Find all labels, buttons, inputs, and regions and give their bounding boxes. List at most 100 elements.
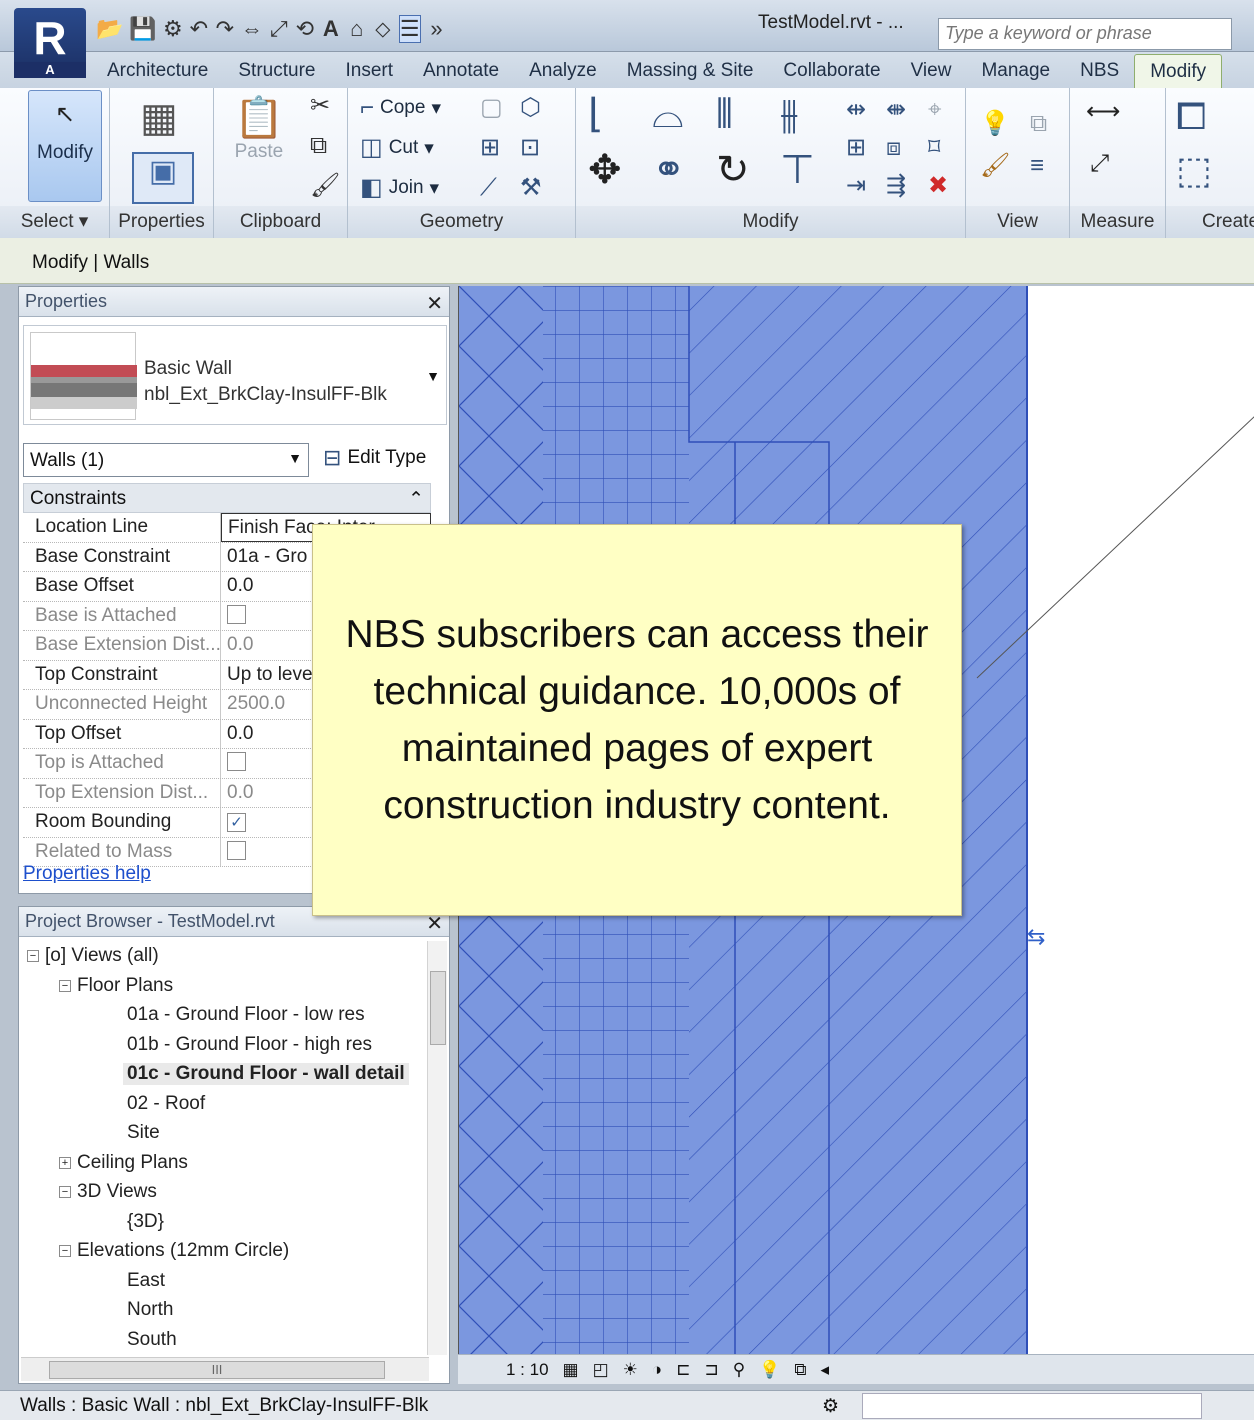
open-icon[interactable]: 📂 — [96, 16, 123, 42]
create-assembly-icon[interactable]: ⬚ — [1176, 152, 1212, 190]
array-icon[interactable]: ⊞ — [846, 136, 866, 160]
save-icon[interactable]: 💾 — [129, 16, 156, 42]
mirror-pick-icon[interactable]: ⫴ — [716, 94, 733, 134]
tree-3d-views[interactable]: −3D Views — [59, 1181, 157, 1203]
tab-analyze[interactable]: Analyze — [514, 54, 612, 88]
align-icon[interactable]: ⌊ — [588, 94, 604, 134]
wall-joins-icon[interactable]: ⊞ — [480, 136, 500, 160]
pin-icon[interactable]: ⌑ — [928, 136, 940, 160]
crop-icon[interactable]: ⊏ — [676, 1360, 690, 1380]
expand-icon[interactable]: + — [59, 1156, 71, 1169]
mirror-draw-icon[interactable]: ⫵ — [780, 94, 798, 134]
tree-view-item[interactable]: North — [127, 1299, 173, 1321]
search-input[interactable]: Type a keyword or phrase — [938, 18, 1232, 50]
tree-views-all[interactable]: − [o] Views (all) — [27, 945, 159, 967]
type-properties-icon[interactable]: ▦ — [140, 98, 178, 138]
scale-icon[interactable]: ⧈ — [886, 136, 901, 160]
scroll-thumb[interactable] — [430, 971, 446, 1045]
aligned-dimension-icon[interactable]: ⤢ — [1090, 152, 1109, 176]
flip-arrows-icon[interactable]: ⇆ — [1027, 925, 1045, 950]
create-group-icon[interactable]: ⧠ — [1176, 98, 1206, 136]
dimension-icon[interactable]: ⤢ — [269, 16, 289, 42]
cut-clipboard-icon[interactable]: ✂ — [310, 94, 330, 118]
browser-vertical-scrollbar[interactable] — [427, 941, 447, 1355]
paint-icon[interactable]: ⬡ — [520, 96, 541, 120]
tree-view-item[interactable]: East — [127, 1270, 165, 1292]
split-gap-icon[interactable]: ⇼ — [886, 98, 906, 122]
split-icon[interactable]: ⇹ — [846, 98, 866, 122]
app-menu-button[interactable]: R A — [14, 8, 86, 78]
move-icon[interactable]: ✥ — [588, 150, 622, 190]
tab-modify[interactable]: Modify — [1134, 54, 1223, 88]
tab-insert[interactable]: Insert — [330, 54, 408, 88]
scroll-left-icon[interactable]: ◂ — [820, 1360, 829, 1380]
properties-toggle-icon[interactable]: ▣ — [132, 152, 194, 204]
collapse-icon[interactable]: − — [59, 979, 71, 992]
instance-selector[interactable]: Walls (1) ▼ — [23, 443, 309, 477]
section-icon[interactable]: ⬦ — [373, 16, 393, 42]
tree-floor-plans[interactable]: − Floor Plans — [59, 975, 173, 997]
workset-selector[interactable] — [862, 1393, 1202, 1419]
tree-view-item[interactable]: {3D} — [127, 1211, 164, 1233]
undo-icon[interactable]: ↶ — [189, 16, 209, 42]
tree-view-item[interactable]: 01a - Ground Floor - low res — [127, 1004, 365, 1026]
tab-massing-site[interactable]: Massing & Site — [612, 54, 769, 88]
text-icon[interactable]: A — [321, 16, 341, 42]
unpin-icon[interactable]: ⌖ — [928, 98, 942, 122]
collapse-icon[interactable]: − — [27, 949, 39, 962]
rotate-icon[interactable]: ↻ — [716, 150, 750, 190]
sun-path-icon[interactable]: ☀ — [623, 1360, 638, 1380]
tree-view-item[interactable]: Site — [127, 1122, 160, 1144]
tab-view[interactable]: View — [896, 54, 967, 88]
modify-button[interactable]: ↖ Modify — [28, 90, 102, 202]
visual-style-icon[interactable]: ◰ — [593, 1360, 609, 1380]
type-selector[interactable]: Basic Wall nbl_Ext_BrkClay-InsulFF-Blk ▼ — [23, 325, 447, 425]
close-icon[interactable]: ✕ — [426, 291, 443, 315]
trim-single-icon[interactable]: ⇥ — [846, 174, 866, 198]
tree-view-item[interactable]: South — [127, 1329, 177, 1351]
collapse-icon[interactable]: − — [59, 1185, 71, 1198]
trim-extend-icon[interactable]: ⊤ — [780, 150, 815, 190]
shadows-icon[interactable]: ◑ — [652, 1360, 662, 1380]
trim-multiple-icon[interactable]: ⇶ — [886, 174, 906, 198]
detail-level-icon[interactable]: ▦ — [563, 1360, 579, 1380]
linework-brush-icon[interactable]: 🖌 — [980, 154, 1010, 178]
measure-between-icon[interactable]: ⟷ — [1086, 100, 1120, 124]
more-icon[interactable]: » — [427, 16, 447, 42]
measure-icon[interactable]: ⇔ — [241, 16, 263, 42]
worksets-icon[interactable]: ⚙ — [822, 1395, 839, 1418]
paste-button[interactable]: 📋 Paste — [234, 94, 284, 163]
crop-region-icon[interactable]: ⊐ — [704, 1360, 718, 1380]
tree-ceiling-plans[interactable]: + Ceiling Plans — [59, 1152, 188, 1174]
split-face-icon[interactable]: ▢ — [480, 96, 503, 120]
scroll-thumb[interactable]: III — [49, 1361, 385, 1379]
tree-view-item[interactable]: 01b - Ground Floor - high res — [127, 1034, 372, 1056]
tab-collaborate[interactable]: Collaborate — [768, 54, 895, 88]
match-properties-icon[interactable]: 🖌 — [310, 174, 340, 198]
tag-icon[interactable]: ⟲ — [295, 16, 315, 42]
hide-bulb-icon[interactable]: 💡 — [980, 112, 1010, 136]
beam-join-icon[interactable]: ⊡ — [520, 136, 540, 160]
select-panel-label[interactable]: Select ▾ — [0, 206, 109, 238]
delete-icon[interactable]: ✖ — [928, 174, 948, 198]
tab-nbs[interactable]: NBS — [1065, 54, 1134, 88]
tab-manage[interactable]: Manage — [966, 54, 1065, 88]
offset-icon[interactable]: ⌓ — [652, 94, 684, 134]
edit-type-button[interactable]: ⊟ Edit Type — [319, 443, 430, 473]
analytical-icon[interactable]: ⧉ — [794, 1360, 806, 1380]
cut-tool[interactable]: ◫ Cut ▾ — [360, 136, 434, 160]
constraints-group[interactable]: Constraints ⌃ — [23, 483, 431, 513]
tab-architecture[interactable]: Architecture — [92, 54, 223, 88]
copy-element-icon[interactable]: ⚭ — [652, 150, 686, 190]
room-bounding-checkbox[interactable]: ✓ — [227, 813, 246, 832]
scale-label[interactable]: 1 : 10 — [506, 1360, 549, 1380]
3d-view-icon[interactable]: ⌂ — [347, 16, 367, 42]
collapse-icon[interactable]: − — [59, 1244, 71, 1257]
copy-icon[interactable]: ⧉ — [310, 134, 327, 158]
line-style-icon[interactable]: ≡ — [1030, 154, 1044, 178]
cope-tool[interactable]: ⌐ Cope ▾ — [360, 96, 441, 120]
demolish-icon[interactable]: ⟋ — [480, 176, 497, 200]
tree-view-item[interactable]: 02 - Roof — [127, 1093, 205, 1115]
browser-horizontal-scrollbar[interactable]: III — [21, 1357, 429, 1381]
tab-structure[interactable]: Structure — [223, 54, 330, 88]
